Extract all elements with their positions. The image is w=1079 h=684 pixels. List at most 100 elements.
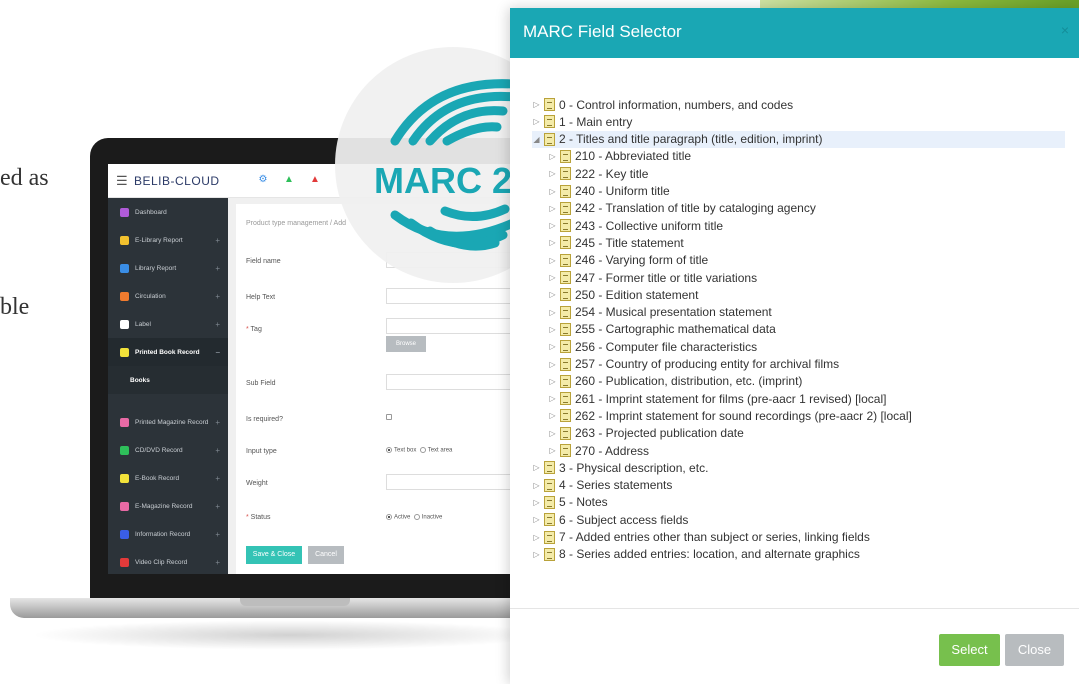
collapsed-toggle-icon[interactable]: ▷ — [532, 533, 541, 542]
sidebar-item[interactable]: Printed Book Record − — [108, 338, 228, 366]
collapsed-toggle-icon[interactable]: ▷ — [532, 498, 541, 507]
collapsed-toggle-icon[interactable]: ▷ — [532, 515, 541, 524]
expand-icon[interactable]: + — [215, 236, 220, 245]
sidebar-item[interactable]: E-Library Report + — [108, 226, 228, 254]
bell-icon[interactable]: ▲ — [280, 171, 298, 189]
collapsed-toggle-icon[interactable]: ▷ — [532, 550, 541, 559]
tree-node[interactable]: ▷ 3 - Physical description, etc. — [532, 459, 708, 476]
sidebar-item[interactable]: Video Clip Record + — [108, 548, 228, 574]
cancel-button[interactable]: Cancel — [308, 546, 344, 564]
tree-node[interactable]: ▷ 243 - Collective uniform title — [548, 217, 723, 234]
weight-input[interactable] — [386, 474, 526, 490]
collapsed-toggle-icon[interactable]: ▷ — [548, 360, 557, 369]
collapsed-toggle-icon[interactable]: ▷ — [548, 446, 557, 455]
sidebar-item[interactable]: Information Record + — [108, 520, 228, 548]
tree-node[interactable]: ▷ 7 - Added entries other than subject or… — [532, 529, 869, 546]
tree-node[interactable]: ▷ 8 - Series added entries: location, and… — [532, 546, 859, 563]
tree-node[interactable]: ▷ 0 - Control information, numbers, and c… — [532, 96, 793, 113]
expand-icon[interactable]: + — [215, 502, 220, 511]
tree-node[interactable]: ▷ 263 - Projected publication date — [548, 425, 744, 442]
tree-node[interactable]: ▷ 254 - Musical presentation statement — [548, 304, 771, 321]
tree-node[interactable]: ▷ 270 - Address — [548, 442, 649, 459]
collapsed-toggle-icon[interactable]: ▷ — [532, 463, 541, 472]
text-box-radio[interactable] — [386, 447, 392, 453]
collapsed-toggle-icon[interactable]: ▷ — [548, 308, 557, 317]
expand-icon[interactable]: + — [215, 530, 220, 539]
text-area-radio[interactable] — [419, 447, 426, 453]
tree-node[interactable]: ▷ 256 - Computer file characteristics — [548, 338, 757, 355]
collapsed-toggle-icon[interactable]: ▷ — [548, 273, 557, 282]
tree-node[interactable]: ▷ 255 - Cartographic mathematical data — [548, 321, 775, 338]
expanded-toggle-icon[interactable]: ◢ — [532, 135, 541, 144]
collapsed-toggle-icon[interactable]: ▷ — [548, 187, 557, 196]
tag-input[interactable] — [386, 318, 526, 334]
tree-node[interactable]: ▷ 245 - Title statement — [548, 234, 683, 251]
sidebar-item[interactable]: Circulation + — [108, 282, 228, 310]
document-icon — [544, 513, 555, 527]
hamburger-menu-icon[interactable]: ☰ — [116, 173, 128, 189]
document-icon — [560, 288, 571, 302]
close-button[interactable]: Close — [1005, 634, 1064, 666]
sidebar-item[interactable]: Printed Magazine Record + — [108, 408, 228, 436]
expand-icon[interactable]: − — [215, 348, 220, 357]
tree-node-label: 263 - Projected publication date — [575, 426, 744, 441]
collapsed-toggle-icon[interactable]: ▷ — [548, 325, 557, 334]
select-button[interactable]: Select — [939, 634, 1000, 666]
tree-node[interactable]: ▷ 5 - Notes — [532, 494, 607, 511]
collapsed-toggle-icon[interactable]: ▷ — [548, 429, 557, 438]
tree-node[interactable]: ▷ 1 - Main entry — [532, 113, 632, 130]
alert-icon[interactable]: ▲ — [306, 171, 324, 189]
sidebar-item[interactable]: Dashboard — [108, 198, 228, 226]
close-icon[interactable]: × — [1061, 22, 1069, 38]
tree-node[interactable]: ▷ 222 - Key title — [548, 165, 648, 182]
sidebar-item[interactable]: Label + — [108, 310, 228, 338]
sidebar-item[interactable]: Library Report + — [108, 254, 228, 282]
tree-node[interactable]: ▷ 246 - Varying form of title — [548, 252, 708, 269]
collapsed-toggle-icon[interactable]: ▷ — [532, 100, 541, 109]
tree-node[interactable]: ▷ 240 - Uniform title — [548, 183, 669, 200]
collapsed-toggle-icon[interactable]: ▷ — [548, 152, 557, 161]
expand-icon[interactable]: + — [215, 558, 220, 567]
tree-node[interactable]: ▷ 262 - Imprint statement for sound recor… — [548, 407, 911, 424]
expand-icon[interactable]: + — [215, 446, 220, 455]
collapsed-toggle-icon[interactable]: ▷ — [548, 411, 557, 420]
sidebar-item[interactable]: E-Magazine Record + — [108, 492, 228, 520]
collapsed-toggle-icon[interactable]: ▷ — [532, 481, 541, 490]
collapsed-toggle-icon[interactable]: ▷ — [548, 394, 557, 403]
collapsed-toggle-icon[interactable]: ▷ — [548, 169, 557, 178]
collapsed-toggle-icon[interactable]: ▷ — [548, 290, 557, 299]
is-required-checkbox[interactable] — [386, 414, 392, 422]
sidebar-item[interactable]: CD/DVD Record + — [108, 436, 228, 464]
tree-node[interactable]: ▷ 247 - Former title or title variations — [548, 269, 757, 286]
collapsed-toggle-icon[interactable]: ▷ — [532, 117, 541, 126]
collapsed-toggle-icon[interactable]: ▷ — [548, 377, 557, 386]
expand-icon[interactable]: + — [215, 292, 220, 301]
collapsed-toggle-icon[interactable]: ▷ — [548, 256, 557, 265]
collapsed-toggle-icon[interactable]: ▷ — [548, 238, 557, 247]
tree-node[interactable]: ▷ 250 - Edition statement — [548, 286, 698, 303]
active-radio[interactable] — [386, 514, 392, 520]
sub-field-input[interactable] — [386, 374, 526, 390]
tree-node[interactable]: ◢ 2 - Titles and title paragraph (title, … — [532, 130, 1065, 148]
browse-button[interactable]: Browse — [386, 336, 426, 352]
tree-node[interactable]: ▷ 260 - Publication, distribution, etc. (… — [548, 373, 802, 390]
expand-icon[interactable]: + — [215, 320, 220, 329]
inactive-radio[interactable] — [413, 514, 420, 520]
help-text-input[interactable] — [386, 288, 526, 304]
expand-icon[interactable]: + — [215, 474, 220, 483]
collapsed-toggle-icon[interactable]: ▷ — [548, 204, 557, 213]
tree-node[interactable]: ▷ 242 - Translation of title by catalogin… — [548, 200, 815, 217]
tree-node[interactable]: ▷ 4 - Series statements — [532, 477, 672, 494]
sidebar-item[interactable]: E-Book Record + — [108, 464, 228, 492]
tree-node[interactable]: ▷ 6 - Subject access fields — [532, 511, 688, 528]
sidebar-item[interactable]: Books — [108, 366, 228, 394]
tree-node[interactable]: ▷ 210 - Abbreviated title — [548, 148, 691, 165]
save-close-button[interactable]: Save & Close — [246, 546, 302, 564]
tree-node[interactable]: ▷ 261 - Imprint statement for films (pre-… — [548, 390, 886, 407]
expand-icon[interactable]: + — [215, 264, 220, 273]
tree-node[interactable]: ▷ 257 - Country of producing entity for a… — [548, 356, 839, 373]
collapsed-toggle-icon[interactable]: ▷ — [548, 221, 557, 230]
settings-icon[interactable]: ⚙ — [254, 171, 272, 189]
collapsed-toggle-icon[interactable]: ▷ — [548, 342, 557, 351]
expand-icon[interactable]: + — [215, 418, 220, 427]
